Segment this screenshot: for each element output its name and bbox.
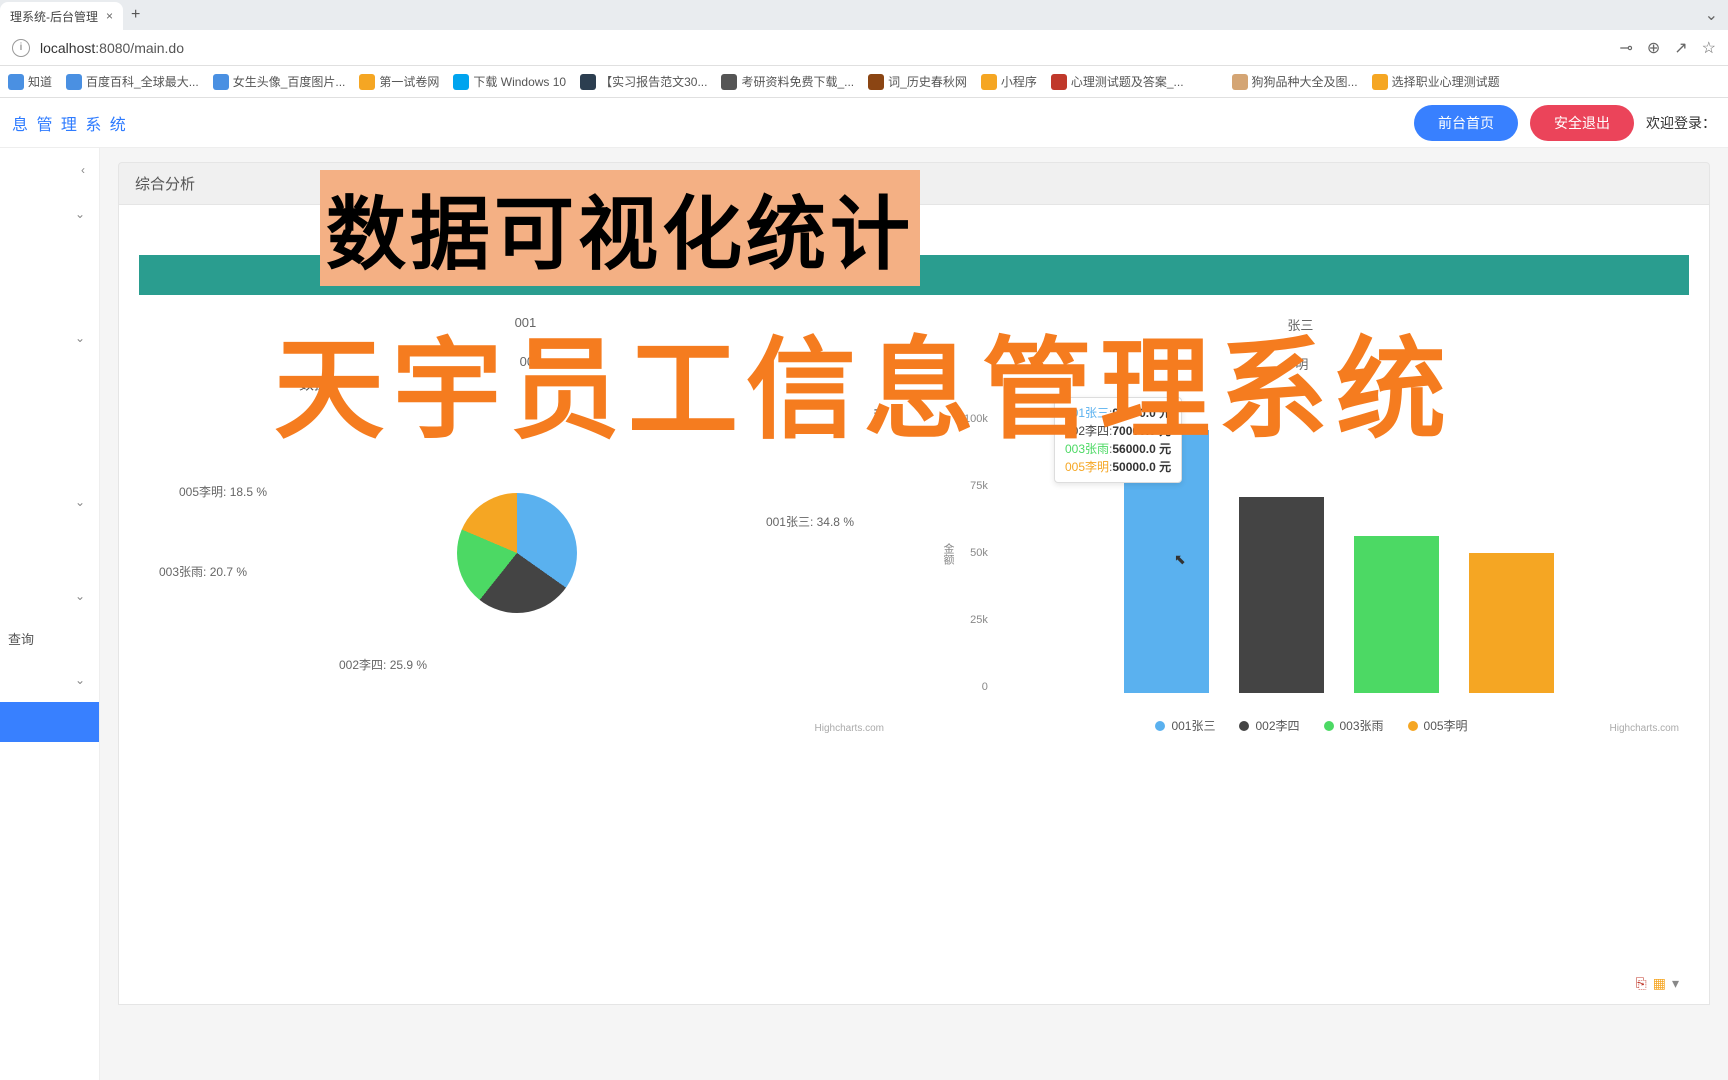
export-icon[interactable]: ⎘ [1636, 975, 1647, 992]
tab-dropdown-icon[interactable]: ⌄ [1705, 5, 1718, 25]
legend-dot [1408, 721, 1418, 731]
legend-item[interactable]: 005李明 [1408, 717, 1468, 734]
bookmark-item[interactable]: 女生头像_百度图片... [213, 73, 346, 90]
pie-label-4: 005李明: 18.5 % [179, 483, 267, 500]
bookmark-icon [1232, 74, 1248, 90]
sidebar-expand-4[interactable]: ⌄ [0, 574, 99, 618]
zoom-icon[interactable]: ⊕ [1647, 38, 1660, 58]
browser-tab[interactable]: 理系统-后台管理 × [0, 2, 123, 30]
bookmark-icon [1198, 74, 1214, 90]
pie-label-2: 002李四: 25.9 % [339, 656, 427, 673]
bookmark-item[interactable]: 第一试卷网 [359, 73, 439, 90]
bookmark-icon [213, 74, 229, 90]
bookmark-item[interactable]: 考研资料免费下载_... [721, 73, 854, 90]
bookmark-icon [721, 74, 737, 90]
legend-dot [1155, 721, 1165, 731]
bookmarks-bar: 知道百度百科_全球最大... 女生头像_百度图片... 第一试卷网下载 Window… [0, 66, 1728, 98]
bookmark-icon [1051, 74, 1067, 90]
bar-legend: 001张三 002李四 003张雨 005李明 [934, 717, 1689, 734]
bookmark-item[interactable]: 词_历史春秋网 [868, 73, 967, 90]
new-tab-button[interactable]: + [131, 6, 140, 24]
tab-title: 理系统-后台管理 [10, 8, 98, 25]
logo: 息 管 理 系 统 [12, 111, 128, 135]
chart-credits: Highcharts.com [1610, 723, 1679, 734]
bookmark-icon[interactable]: ☆ [1702, 38, 1716, 58]
bookmark-item[interactable]: 百度百科_全球最大... [66, 73, 199, 90]
site-info-icon[interactable]: i [12, 39, 30, 57]
legend-item[interactable]: 001张三 [1155, 717, 1215, 734]
bookmark-item[interactable]: 小程序 [981, 73, 1037, 90]
legend-item[interactable]: 003张雨 [1324, 717, 1384, 734]
export-dropdown-icon[interactable]: ▾ [1672, 975, 1679, 992]
logout-button[interactable]: 安全退出 [1530, 105, 1634, 141]
bookmark-item[interactable] [1198, 74, 1218, 90]
bookmark-item[interactable]: 选择职业心理测试题 [1372, 73, 1500, 90]
pie-label-1: 001张三: 34.8 % [766, 513, 854, 530]
bar[interactable] [1469, 553, 1554, 693]
sidebar-item-query[interactable]: 查询 [0, 618, 99, 658]
bookmark-icon [66, 74, 82, 90]
sidebar-expand-1[interactable]: ⌄ [0, 192, 99, 236]
browser-tabs: 理系统-后台管理 × + ⌄ [0, 0, 1728, 30]
main-content: 综合分析 001 张三 00 明 数据 ≡ 001张三: 34.8 % [100, 148, 1728, 1080]
overlay-title-2: 天宇员工信息管理系统 [0, 300, 1728, 460]
bookmark-item[interactable]: 知道 [8, 73, 52, 90]
bookmark-icon [453, 74, 469, 90]
bar[interactable] [1354, 536, 1439, 693]
address-bar: i localhost:8080/main.do ⊸ ⊕ ↗ ☆ [0, 30, 1728, 66]
url-text[interactable]: localhost:8080/main.do [40, 40, 184, 56]
chart-credits: Highcharts.com [815, 723, 884, 734]
cursor-icon: ⬉ [1174, 551, 1186, 568]
bookmark-item[interactable]: 下载 Windows 10 [453, 73, 566, 90]
share-icon[interactable]: ↗ [1674, 38, 1687, 58]
bookmark-icon [580, 74, 596, 90]
bookmark-item[interactable]: 狗狗品种大全及图... [1232, 73, 1358, 90]
sidebar-expand-3[interactable]: ⌄ [0, 480, 99, 524]
bookmark-icon [359, 74, 375, 90]
bookmark-icon [868, 74, 884, 90]
bookmark-icon [8, 74, 24, 90]
key-icon[interactable]: ⊸ [1619, 38, 1632, 58]
pie-chart[interactable] [457, 493, 577, 613]
pie-label-3: 003张雨: 20.7 % [159, 563, 247, 580]
y-axis-label: 金额 [940, 543, 956, 565]
legend-dot [1239, 721, 1249, 731]
home-button[interactable]: 前台首页 [1414, 105, 1518, 141]
bookmark-icon [1372, 74, 1388, 90]
bookmark-item[interactable]: 【实习报告范文30... [580, 73, 707, 90]
app-header: 息 管 理 系 统 前台首页 安全退出 欢迎登录： [0, 98, 1728, 148]
overlay-title-1: 数据可视化统计 [320, 170, 920, 286]
legend-dot [1324, 721, 1334, 731]
close-icon[interactable]: × [106, 9, 113, 23]
sidebar: ‹ ⌄ ⌄ ⌄ ⌄ 查询 ⌄ [0, 148, 100, 1080]
sidebar-expand-5[interactable]: ⌄ [0, 658, 99, 702]
export-icon-2[interactable]: ▦ [1653, 975, 1666, 992]
legend-item[interactable]: 002李四 [1239, 717, 1299, 734]
welcome-text: 欢迎登录： [1646, 113, 1716, 133]
bookmark-icon [981, 74, 997, 90]
sidebar-item-active[interactable] [0, 702, 99, 742]
bookmark-item[interactable]: 心理测试题及答案_... [1051, 73, 1184, 90]
bar[interactable] [1239, 497, 1324, 693]
sidebar-collapse[interactable]: ‹ [0, 148, 99, 192]
export-toolbar: ⎘ ▦ ▾ [1636, 975, 1679, 992]
